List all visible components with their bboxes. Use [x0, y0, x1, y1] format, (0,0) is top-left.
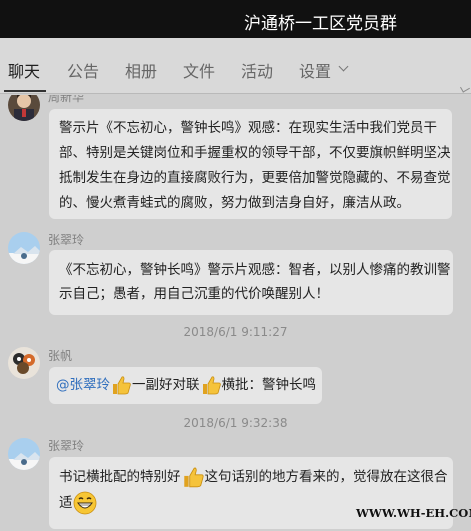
sender-name: 张翠玲 — [48, 233, 85, 247]
tab-album[interactable]: 相册 — [125, 58, 157, 82]
grin-emoji — [73, 491, 96, 515]
watermark: WWW.WH-EH.COM — [356, 506, 471, 520]
message-text: 书记横批配的特别好 — [59, 469, 181, 485]
message-text: 抵制发生在身边的直接腐败行为，更要倍加警觉隐藏的、不易查觉 — [59, 170, 451, 186]
tab-bar: 聊天 公告 相册 文件 活动 设置 — [0, 38, 471, 94]
message-timestamp: 2018/6/1 9:11:27 — [183, 325, 288, 339]
message-timestamp: 2018/6/1 9:32:38 — [183, 416, 288, 430]
thumbs-up-emoji — [202, 376, 221, 395]
chevron-down-icon[interactable] — [338, 61, 349, 72]
thumbs-up-emoji — [113, 376, 131, 395]
tab-announcement[interactable]: 公告 — [67, 58, 99, 82]
message-text: 警示片《不忘初心，警钟长鸣》观感：在现实生活中我们党员干 — [59, 120, 437, 136]
avatar[interactable] — [8, 232, 40, 264]
group-title: 沪通桥一工区党员群 — [244, 14, 397, 34]
tab-chat[interactable]: 聊天 — [8, 58, 40, 82]
message-text: 部、特别是关键岗位和手握重权的领导干部，不仅要旗帜鲜明坚决 — [59, 145, 451, 161]
chat-messages[interactable]: 周新华 警示片《不忘初心，警钟长鸣》观感：在现实生活中我们党员干 部、特别是关键… — [0, 95, 471, 531]
message-text: 的、慢火煮青蛙式的腐败，努力做到洁身自好，廉洁从政。 — [59, 195, 410, 211]
message-text: 一副好对联 — [132, 377, 200, 393]
message-bubble[interactable]: 警示片《不忘初心，警钟长鸣》观感：在现实生活中我们党员干 部、特别是关键岗位和手… — [49, 109, 452, 219]
tab-activities[interactable]: 活动 — [241, 58, 273, 82]
sender-name: 周新华 — [48, 95, 85, 104]
message-bubble[interactable]: @张翠玲 一副好对联 横批：警钟长鸣 — [49, 367, 322, 404]
mention-link[interactable]: @张翠玲 — [56, 377, 110, 393]
message-bubble[interactable]: 《不忘初心，警钟长鸣》警示片观感：智者，以别人惨痛的教训警 示自己；愚者，用自己… — [49, 250, 453, 315]
sender-name: 张帆 — [48, 349, 73, 363]
active-tab-indicator — [4, 90, 46, 92]
message-text: 示自己；愚者，用自己沉重的代价唤醒别人！ — [59, 286, 329, 302]
avatar[interactable] — [8, 95, 40, 121]
message-text: 这句话别的地方看来的，觉得放在这很合 — [204, 469, 448, 485]
tab-settings[interactable]: 设置 — [299, 58, 331, 82]
tab-files[interactable]: 文件 — [183, 58, 215, 82]
message-text: 《不忘初心，警钟长鸣》警示片观感：智者，以别人惨痛的教训警 — [59, 262, 451, 278]
avatar[interactable] — [8, 438, 40, 470]
message-text: 适 — [59, 495, 73, 511]
message-text: 横批：警钟长鸣 — [221, 377, 317, 393]
avatar[interactable] — [8, 347, 40, 379]
title-bar: 沪通桥一工区党员群 — [0, 0, 471, 38]
thumbs-up-emoji — [183, 467, 204, 488]
collapse-icon[interactable] — [460, 83, 470, 93]
sender-name: 张翠玲 — [48, 439, 85, 453]
